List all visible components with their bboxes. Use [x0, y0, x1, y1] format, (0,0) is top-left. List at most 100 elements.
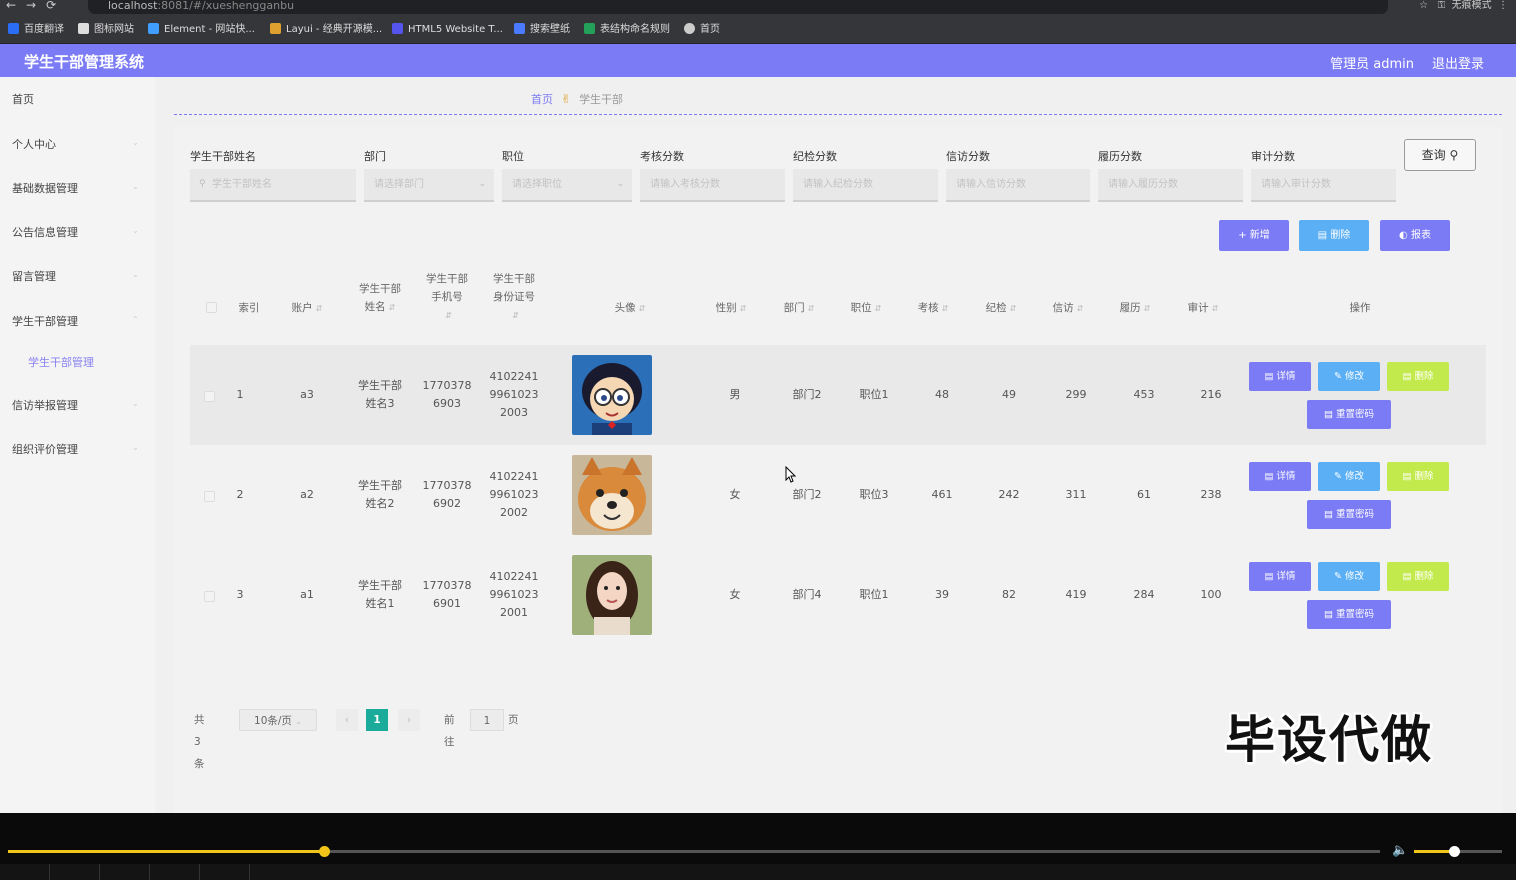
sidebar-item-home[interactable]: 首页	[12, 91, 34, 107]
sidebar-item-basic-data[interactable]: 基础数据管理	[12, 180, 78, 196]
cell-audit: 100	[1200, 588, 1222, 601]
filter-position-select[interactable]: 请选择职位 ⌄	[502, 169, 632, 202]
row-checkbox[interactable]	[204, 391, 215, 402]
taskbar-slot[interactable]	[100, 864, 150, 880]
page-size-select[interactable]: 10条/页 ⌄	[239, 709, 317, 731]
reset-password-button[interactable]: ▤ 重置密码	[1307, 500, 1391, 529]
filter-petition-input[interactable]	[946, 169, 1090, 202]
bookmark-item[interactable]: Layui - 经典开源模...	[270, 22, 382, 38]
bookmark-item[interactable]: 首页	[684, 22, 720, 38]
filter-dept-select[interactable]: 请选择部门 ⌄	[364, 169, 494, 202]
filter-name-input[interactable]	[190, 169, 356, 202]
sidebar-item-messages[interactable]: 留言管理	[12, 268, 56, 284]
th-exam[interactable]: 考核 ⇵	[908, 299, 958, 318]
pencil-icon: ✎	[1333, 571, 1342, 582]
sort-icon: ⇵	[739, 304, 747, 313]
next-page-button[interactable]: ›	[398, 709, 420, 731]
add-button[interactable]: + 新增	[1219, 220, 1289, 251]
bookmark-item[interactable]: 表结构命名规则	[584, 22, 670, 38]
taskbar-slot[interactable]	[200, 864, 250, 880]
sidebar-item-profile[interactable]: 个人中心	[12, 136, 56, 152]
address-bar[interactable]: localhost:8081/#/xueshengganbu	[88, 0, 1388, 14]
reset-password-button[interactable]: ▤ 重置密码	[1307, 600, 1391, 629]
th-petition[interactable]: 信访 ⇵	[1043, 299, 1093, 318]
chevron-left-icon: ‹	[344, 714, 350, 726]
row-checkbox[interactable]	[204, 591, 215, 602]
search-icon: ⚲	[199, 179, 206, 189]
detail-button[interactable]: ▤ 详情	[1249, 462, 1311, 491]
sidebar-subitem-cadre[interactable]: 学生干部管理	[28, 354, 94, 370]
sidebar-item-cadre[interactable]: 学生干部管理	[12, 313, 78, 329]
th-name[interactable]: 学生干部 姓名 ⇵	[350, 280, 410, 317]
th-account[interactable]: 账户 ⇵	[282, 299, 332, 318]
cell-discipline: 82	[1002, 588, 1016, 601]
page-number-current[interactable]: 1	[366, 709, 388, 731]
sidebar-item-notice[interactable]: 公告信息管理	[12, 224, 78, 240]
logout-link[interactable]: 退出登录	[1432, 53, 1484, 72]
filter-name-label: 学生干部姓名	[190, 150, 256, 163]
cell-audit: 216	[1200, 388, 1222, 401]
filter-discipline-input[interactable]	[793, 169, 938, 202]
th-idcard[interactable]: 学生干部 身份证号 ⇵	[484, 270, 544, 325]
detail-button[interactable]: ▤ 详情	[1249, 562, 1311, 591]
menu-icon[interactable]: ⋮	[1498, 0, 1508, 11]
bookmark-item[interactable]: HTML5 Website T...	[392, 22, 503, 38]
row-checkbox[interactable]	[204, 491, 215, 502]
filter-exam-input[interactable]	[640, 169, 785, 202]
sidebar-item-evaluation[interactable]: 组织评价管理	[12, 441, 78, 457]
th-discipline[interactable]: 纪检 ⇵	[976, 299, 1026, 318]
lock-icon: ▤	[1323, 609, 1333, 620]
bookmark-item[interactable]: 图标网站	[78, 22, 134, 38]
sort-icon: ⇵	[941, 304, 949, 313]
th-phone[interactable]: 学生干部 手机号 ⇵	[417, 270, 477, 325]
th-gender[interactable]: 性别 ⇵	[706, 299, 756, 318]
volume-handle[interactable]	[1448, 846, 1460, 857]
chevron-right-icon: ›	[406, 714, 412, 726]
delete-button[interactable]: ▤ 删除	[1387, 562, 1449, 591]
goto-page-input[interactable]: 1	[470, 709, 504, 731]
filter-resume-input[interactable]	[1098, 169, 1243, 202]
breadcrumb-current: 学生干部	[579, 93, 624, 106]
bookmark-item[interactable]: Element - 网站快...	[148, 22, 255, 38]
detail-button[interactable]: ▤ 详情	[1249, 362, 1311, 391]
browser-nav-icons[interactable]: ←→⟳	[6, 0, 66, 12]
volume-icon[interactable]: 🔈	[1392, 843, 1408, 858]
prev-page-button[interactable]: ‹	[336, 709, 358, 731]
volume-slider[interactable]	[1414, 846, 1502, 857]
batch-delete-button[interactable]: ▤ 删除	[1299, 220, 1369, 251]
cell-exam: 461	[931, 488, 953, 501]
select-all-checkbox[interactable]	[206, 302, 217, 313]
bookmark-item[interactable]: 百度翻译	[8, 22, 64, 38]
sort-icon: ⇵	[315, 304, 323, 313]
filter-position-label: 职位	[502, 150, 524, 163]
seek-slider[interactable]	[8, 846, 1380, 857]
taskbar-slot[interactable]	[0, 864, 50, 880]
query-button[interactable]: 查询 ⚲	[1404, 139, 1476, 171]
star-icon[interactable]: ☆	[1419, 0, 1428, 11]
edit-button[interactable]: ✎ 修改	[1318, 562, 1380, 591]
th-dept[interactable]: 部门 ⇵	[774, 299, 824, 318]
reset-password-button[interactable]: ▤ 重置密码	[1307, 400, 1391, 429]
breadcrumb-home[interactable]: 首页	[531, 93, 553, 106]
edit-button[interactable]: ✎ 修改	[1318, 462, 1380, 491]
cell-exam: 48	[935, 388, 949, 401]
edit-button[interactable]: ✎ 修改	[1318, 362, 1380, 391]
taskbar-slot[interactable]	[50, 864, 100, 880]
cell-dept: 部门2	[792, 488, 822, 501]
seek-handle[interactable]	[318, 846, 330, 857]
key-icon[interactable]: ⚿	[1438, 0, 1446, 11]
delete-button[interactable]: ▤ 删除	[1387, 462, 1449, 491]
delete-button[interactable]: ▤ 删除	[1387, 362, 1449, 391]
filter-audit-input[interactable]	[1251, 169, 1396, 202]
th-audit[interactable]: 审计 ⇵	[1178, 299, 1228, 318]
th-resume[interactable]: 履历 ⇵	[1110, 299, 1160, 318]
taskbar-slot[interactable]	[150, 864, 200, 880]
incognito-label[interactable]: 无痕模式	[1452, 0, 1492, 11]
report-button[interactable]: ◐ 报表	[1380, 220, 1450, 251]
sidebar-item-petition[interactable]: 信访举报管理	[12, 397, 78, 413]
th-position[interactable]: 职位 ⇵	[841, 299, 891, 318]
bookmark-item[interactable]: 搜索壁纸	[514, 22, 570, 38]
doc-icon: ▤	[1264, 471, 1274, 482]
sort-icon: ⇵	[638, 304, 646, 313]
th-avatar[interactable]: 头像 ⇵	[590, 299, 670, 318]
